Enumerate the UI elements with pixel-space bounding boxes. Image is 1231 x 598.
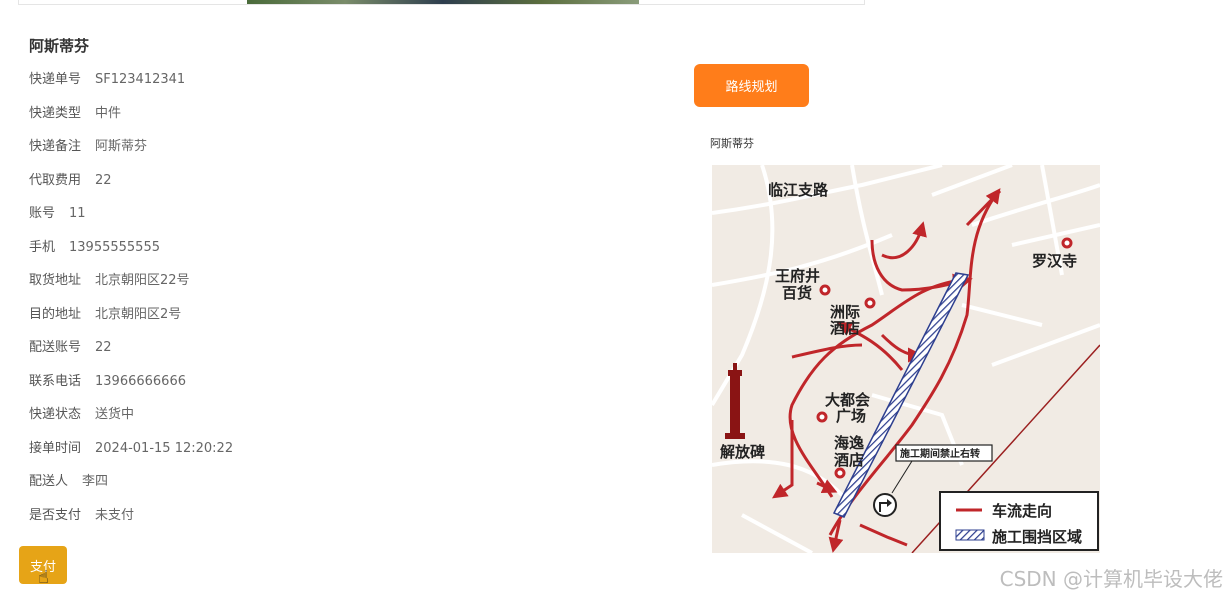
field-label: 快递备注 bbox=[29, 139, 82, 154]
info-row-destination: 目的地址 北京朝阳区2号 bbox=[29, 303, 233, 337]
info-row-pickup-address: 取货地址 北京朝阳区22号 bbox=[29, 269, 233, 303]
field-value: 22 bbox=[95, 340, 112, 355]
field-label: 接单时间 bbox=[29, 440, 82, 456]
info-row-tracking-number: 快递单号 SF123412341 bbox=[29, 68, 233, 102]
field-value: 北京朝阳区2号 bbox=[95, 306, 182, 322]
field-value: 13966666666 bbox=[95, 373, 186, 389]
field-label: 联系电话 bbox=[29, 373, 82, 389]
info-row-type: 快递类型 中件 bbox=[29, 102, 233, 136]
field-label: 快递状态 bbox=[29, 407, 82, 422]
field-value: 阿斯蒂芬 bbox=[95, 139, 148, 154]
field-value: 2024-01-15 12:20:22 bbox=[95, 440, 234, 456]
field-label: 是否支付 bbox=[29, 507, 82, 523]
poi-haiyi-icon bbox=[834, 467, 846, 479]
field-value: 11 bbox=[69, 206, 86, 221]
field-value: 13955555555 bbox=[69, 239, 160, 255]
order-name-title: 阿斯蒂芬 bbox=[29, 37, 90, 55]
field-label: 配送人 bbox=[29, 474, 69, 489]
no-right-turn-icon bbox=[873, 493, 897, 517]
field-value: 中件 bbox=[95, 105, 122, 121]
field-value: 李四 bbox=[82, 474, 109, 489]
field-value: 未支付 bbox=[95, 507, 135, 523]
legend-construction-swatch bbox=[955, 529, 985, 541]
top-image-strip bbox=[18, 0, 865, 5]
info-row-account: 账号 11 bbox=[29, 202, 233, 236]
field-label: 配送账号 bbox=[29, 340, 82, 355]
legend-construction-label: 施工围挡区域 bbox=[992, 528, 1082, 546]
legend-traffic-label: 车流走向 bbox=[992, 502, 1052, 520]
info-row-paid: 是否支付 未支付 bbox=[29, 504, 233, 538]
label-dadu-2: 广场 bbox=[836, 407, 866, 425]
watermark: CSDN @计算机毕设大佬 bbox=[999, 567, 1223, 591]
label-no-right-turn: 施工期间禁止右转 bbox=[900, 447, 980, 460]
field-value: 北京朝阳区22号 bbox=[95, 273, 190, 288]
field-value: 送货中 bbox=[95, 407, 135, 422]
route-planning-button[interactable]: 路线规划 bbox=[694, 64, 809, 107]
info-row-accept-time: 接单时间 2024-01-15 12:20:22 bbox=[29, 437, 233, 471]
field-label: 快递类型 bbox=[29, 105, 82, 121]
map-caption: 阿斯蒂芬 bbox=[710, 137, 754, 150]
info-row-delivery-account: 配送账号 22 bbox=[29, 336, 233, 370]
label-haiyi-2: 酒店 bbox=[834, 451, 864, 469]
field-value: SF123412341 bbox=[95, 72, 186, 87]
label-zhouji-2: 酒店 bbox=[830, 319, 860, 337]
poi-dadu-icon bbox=[816, 411, 828, 423]
field-label: 账号 bbox=[29, 206, 56, 221]
label-wangfujing-2: 百货 bbox=[782, 284, 812, 302]
header-photo bbox=[247, 0, 639, 4]
label-haiyi-1: 海逸 bbox=[834, 434, 864, 452]
field-label: 手机 bbox=[29, 239, 56, 255]
info-row-remark: 快递备注 阿斯蒂芬 bbox=[29, 135, 233, 169]
label-road: 临江支路 bbox=[768, 181, 829, 199]
poi-luohan-icon bbox=[1061, 237, 1073, 249]
info-row-courier: 配送人 李四 bbox=[29, 470, 233, 504]
field-label: 目的地址 bbox=[29, 306, 82, 322]
info-row-fee: 代取费用 22 bbox=[29, 169, 233, 203]
field-label: 取货地址 bbox=[29, 273, 82, 288]
field-label: 代取费用 bbox=[29, 172, 82, 188]
poi-zhouji-icon bbox=[864, 297, 876, 309]
hand-cursor-icon: ☝ bbox=[38, 567, 49, 588]
field-value: 22 bbox=[95, 172, 112, 188]
info-row-contact-phone: 联系电话 13966666666 bbox=[29, 370, 233, 404]
poi-wangfujing-icon bbox=[819, 284, 831, 296]
label-luohan: 罗汉寺 bbox=[1032, 252, 1077, 270]
field-label: 快递单号 bbox=[29, 72, 82, 87]
info-row-phone: 手机 13955555555 bbox=[29, 236, 233, 270]
order-info-list: 快递单号 SF123412341 快递类型 中件 快递备注 阿斯蒂芬 代取费用 22 账… bbox=[29, 68, 233, 537]
label-jiefangbei: 解放碑 bbox=[720, 443, 765, 461]
map-legend: 车流走向 施工围挡区域 bbox=[939, 491, 1099, 551]
label-wangfujing-1: 王府井 bbox=[775, 267, 820, 285]
route-map: 临江支路 王府井 百货 洲际 酒店 罗汉寺 大都会 广场 海逸 酒店 解放碑 施… bbox=[712, 165, 1100, 553]
info-row-status: 快递状态 送货中 bbox=[29, 403, 233, 437]
